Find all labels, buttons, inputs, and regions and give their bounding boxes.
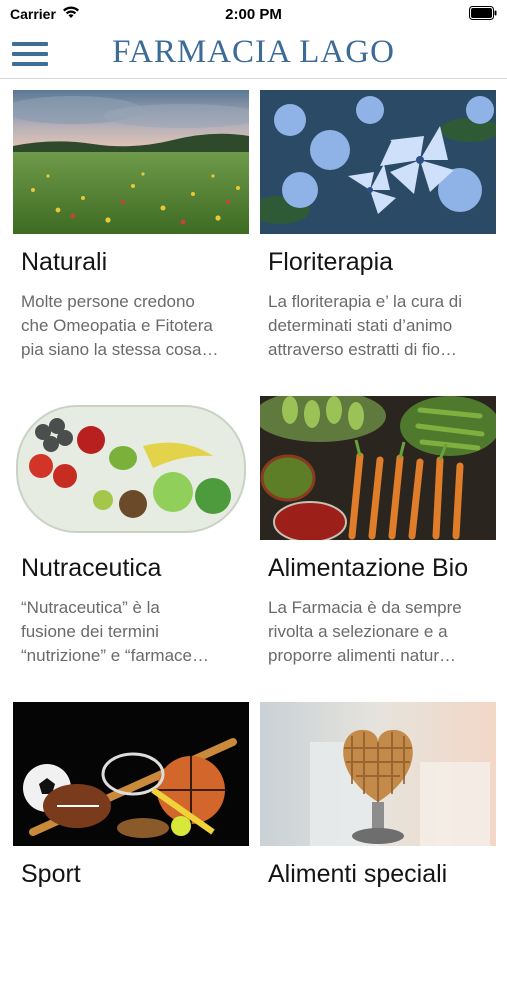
category-card-sport[interactable]: Sport bbox=[13, 702, 249, 992]
category-title: Floriterapia bbox=[268, 248, 394, 276]
nav-bar: FARMACIA LAGO bbox=[0, 28, 507, 79]
category-card-alimenti-speciali[interactable]: Alimenti speciali bbox=[260, 702, 496, 992]
sport-balls-photo bbox=[13, 702, 249, 846]
category-card-naturali[interactable]: Naturali Molte persone credono che Omeop… bbox=[13, 90, 249, 380]
fruit-capsule-photo bbox=[13, 396, 249, 540]
blue-flowers-photo bbox=[260, 90, 496, 234]
category-description: Molte persone credono che Omeopatia e Fi… bbox=[21, 292, 219, 359]
heart-waffle-photo bbox=[260, 702, 496, 846]
battery-icon bbox=[469, 6, 497, 20]
category-card-floriterapia[interactable]: Floriterapia La floriterapia e’ la cura … bbox=[260, 90, 496, 380]
category-card-nutraceutica[interactable]: Nutraceutica “Nutraceutica” è la fusione… bbox=[13, 396, 249, 686]
category-card-alimentazione-bio[interactable]: Alimentazione Bio La Farmacia è da sempr… bbox=[260, 396, 496, 686]
page-title: FARMACIA LAGO bbox=[112, 34, 395, 70]
category-description: “Nutraceutica” è la fusione dei termini … bbox=[21, 598, 210, 665]
category-title: Sport bbox=[21, 860, 81, 888]
meadow-photo bbox=[13, 90, 249, 234]
vegetables-photo bbox=[260, 396, 496, 540]
category-title: Nutraceutica bbox=[21, 554, 162, 582]
category-title: Alimentazione Bio bbox=[268, 554, 469, 582]
category-title: Naturali bbox=[21, 248, 108, 276]
category-description: La floriterapia e’ la cura di determinat… bbox=[268, 292, 463, 359]
clock-label: 2:00 PM bbox=[225, 6, 282, 23]
status-bar: Carrier 2:00 PM bbox=[0, 0, 507, 28]
category-title: Alimenti speciali bbox=[268, 860, 448, 888]
category-description: La Farmacia è da sempre rivolta a selezi… bbox=[268, 598, 462, 665]
